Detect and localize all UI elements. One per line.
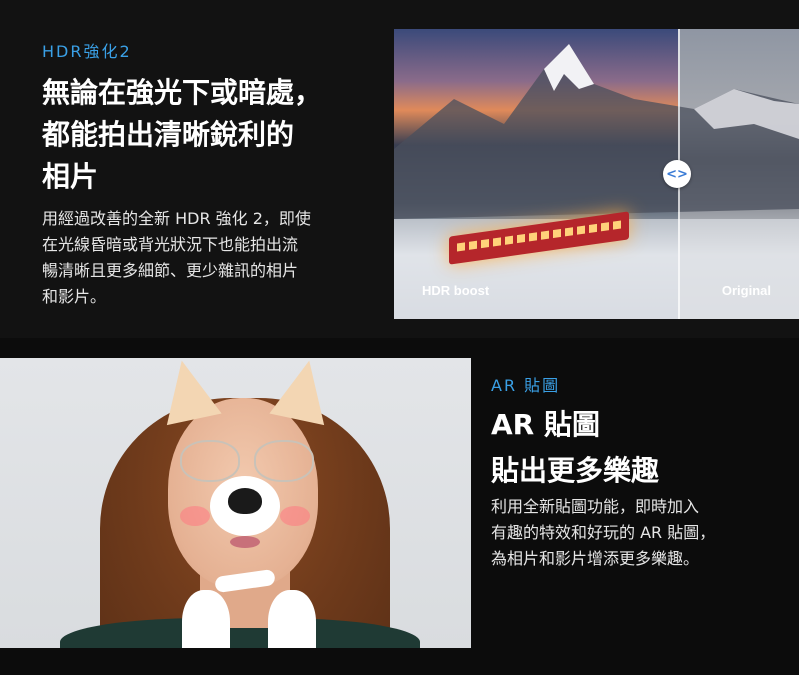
hdr-comparison-image[interactable]: <> HDR boost Original [394, 29, 799, 319]
hdr-headline: 無論在強光下或暗處， 都能拍出清晰銳利的 相片 [42, 72, 322, 198]
dog-nose-icon [228, 488, 262, 514]
blush-left [180, 506, 210, 526]
ar-description-line: 利用全新貼圖功能，即時加入 [491, 497, 700, 516]
hdr-headline-line: 都能拍出清晰銳利的 [42, 118, 295, 151]
dog-ear-left-icon [154, 358, 222, 426]
hdr-description-line: 在光線昏暗或背光狀況下也能拍出流 [42, 235, 299, 254]
ar-description-line: 為相片和影片增添更多樂趣。 [491, 549, 700, 568]
glasses-lens [180, 440, 240, 482]
hdr-description-line: 和影片。 [42, 287, 107, 306]
hdr-eyebrow: HDR強化2 [42, 42, 132, 61]
ar-section: AR 貼圖 AR 貼圖 貼出更多樂趣 利用全新貼圖功能，即時加入 有趣的特效和好… [0, 338, 799, 675]
hdr-description-line: 用經過改善的全新 HDR 強化 2，即使 [42, 209, 311, 228]
ar-headline: AR 貼圖 貼出更多樂趣 [491, 402, 659, 494]
dog-ear-right-icon [269, 358, 337, 426]
dog-paw-left-icon [182, 590, 230, 648]
glasses-lens [254, 440, 314, 482]
glasses [176, 440, 316, 482]
ar-eyebrow: AR 貼圖 [491, 376, 561, 395]
ar-headline-line: AR 貼圖 [491, 408, 600, 441]
hdr-description: 用經過改善的全新 HDR 強化 2，即使 在光線昏暗或背光狀況下也能拍出流 暢清… [42, 206, 311, 310]
ar-headline-line: 貼出更多樂趣 [491, 454, 660, 487]
ar-description-line: 有趣的特效和好玩的 AR 貼圖， [491, 523, 716, 542]
hdr-boost-label: HDR boost [422, 283, 490, 298]
hdr-headline-line: 無論在強光下或暗處， [42, 76, 323, 109]
lips [230, 536, 260, 548]
ar-description: 利用全新貼圖功能，即時加入 有趣的特效和好玩的 AR 貼圖， 為相片和影片增添更… [491, 494, 715, 572]
hdr-section: HDR強化2 無論在強光下或暗處， 都能拍出清晰銳利的 相片 用經過改善的全新 … [0, 0, 799, 338]
hdr-headline-line: 相片 [42, 160, 99, 193]
blush-right [280, 506, 310, 526]
compare-slider-handle-icon[interactable]: <> [663, 160, 691, 188]
dog-paw-right-icon [268, 590, 316, 648]
ar-sticker-image [0, 358, 471, 648]
original-label: Original [721, 283, 771, 298]
hdr-description-line: 暢清晰且更多細節、更少雜訊的相片 [42, 261, 299, 280]
mountain-illustration [394, 44, 799, 319]
